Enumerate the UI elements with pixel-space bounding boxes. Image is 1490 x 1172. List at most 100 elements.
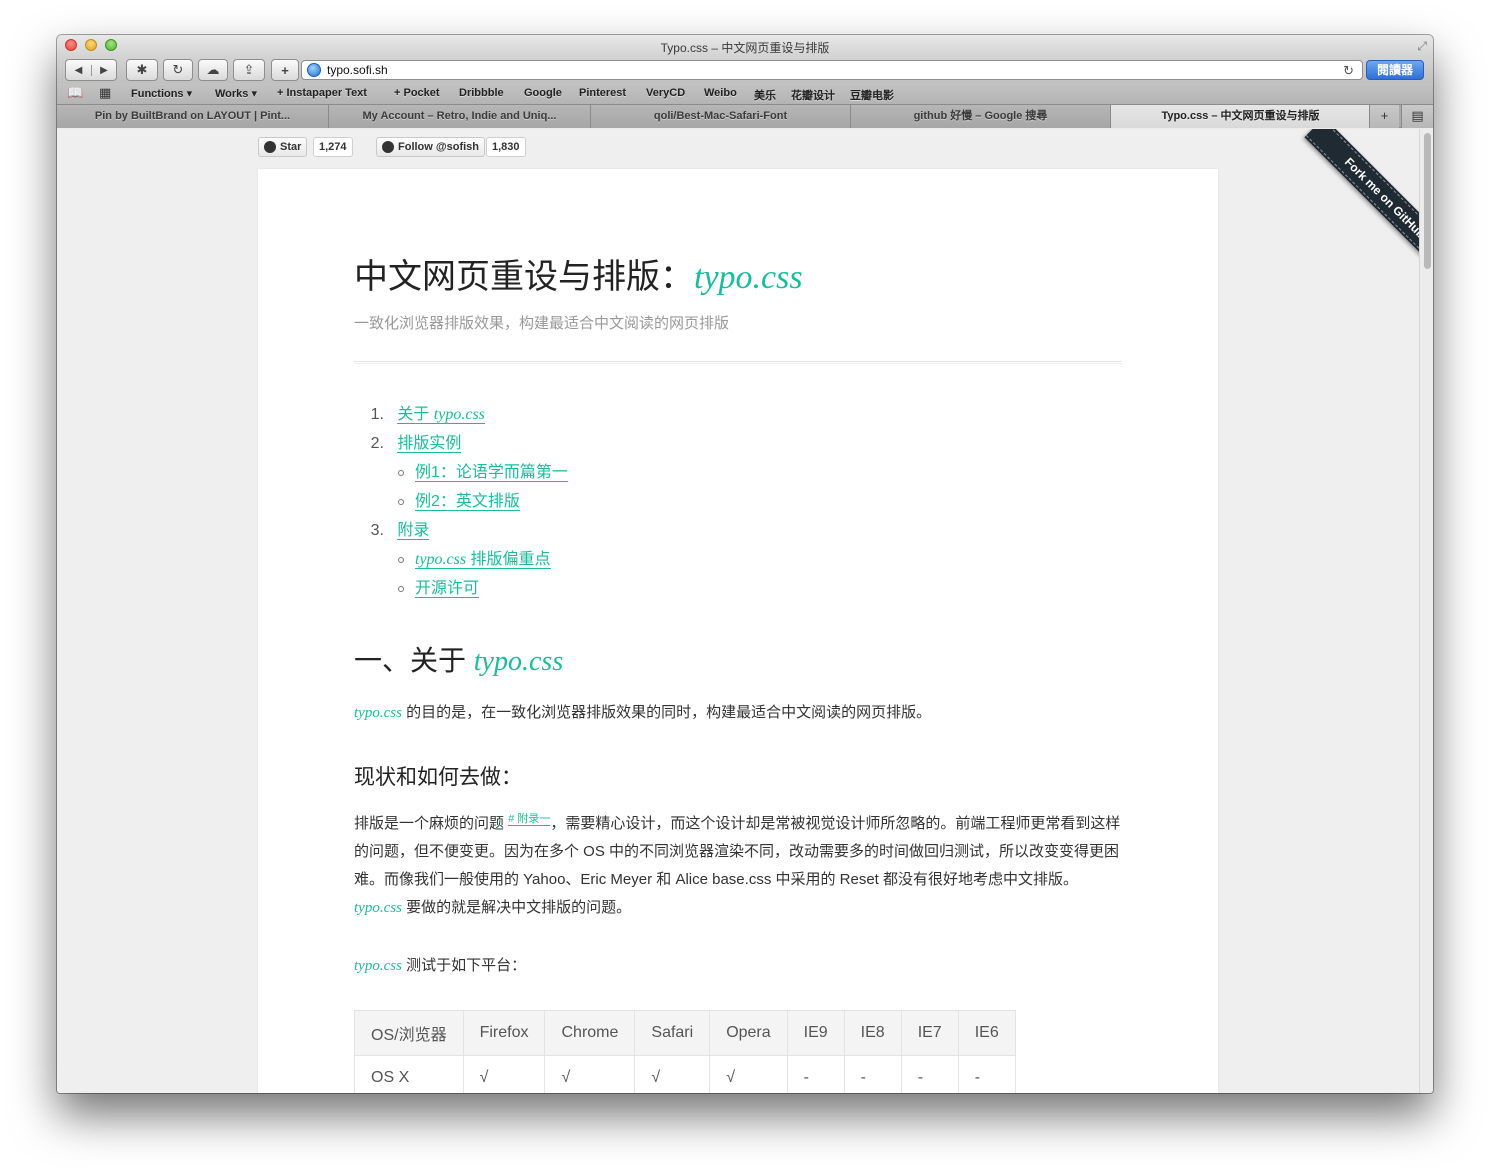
scrollbar-thumb[interactable]: [1424, 133, 1431, 269]
table-row: OS X √ √ √ √ - - - -: [354, 1055, 1016, 1093]
browser-window: Typo.css – 中文网页重设与排版 ⤢ ◀ ▶ ✱ ↻ ☁ ⇪ + typ…: [57, 35, 1433, 1093]
star-count[interactable]: 1,274: [313, 137, 353, 157]
table-of-contents: 1. 关于 typo.css 2. 排版实例 例1：论语学而篇第一 例2：英文排…: [354, 400, 1122, 603]
address-bar[interactable]: typo.sofi.sh ↻: [301, 60, 1363, 80]
bullet-icon: [398, 585, 404, 592]
bookmark-item[interactable]: + Pocket: [394, 87, 440, 99]
page-title: 中文网页重设与排版：typo.css: [354, 249, 1122, 298]
tab-bar: Pin by BuiltBrand on LAYOUT | Pint... My…: [57, 105, 1433, 128]
follow-count[interactable]: 1,830: [486, 137, 526, 157]
toc-link-typo: typo.css: [415, 551, 467, 568]
github-star-button[interactable]: Star: [258, 137, 308, 157]
bookmark-item[interactable]: + Instapaper Text: [277, 87, 367, 99]
bookmark-item[interactable]: Functions ▾: [131, 87, 192, 100]
add-bookmark-button[interactable]: +: [271, 59, 299, 81]
section-heading-text: 一、关于: [354, 645, 474, 676]
bookmark-item[interactable]: Pinterest: [579, 87, 626, 99]
toc-link[interactable]: 排版实例: [397, 435, 462, 453]
bookmarks-bar: 📖 ▦ Functions ▾ Works ▾ + Instapaper Tex…: [57, 83, 1433, 105]
sync-button[interactable]: ↻: [163, 59, 193, 81]
divider: [354, 361, 1122, 364]
bookmark-item[interactable]: 美乐: [754, 87, 776, 103]
section-heading: 一、关于 typo.css: [354, 639, 1122, 679]
fullscreen-icon[interactable]: ⤢: [1417, 39, 1427, 54]
page-subtitle: 一致化浏览器排版效果，构建最适合中文阅读的网页排版: [354, 315, 730, 332]
table-cell: √: [462, 1055, 546, 1093]
github-icon: [264, 141, 276, 153]
toc-subitem: 开源许可: [354, 574, 1122, 603]
typo-inline: typo.css: [354, 958, 402, 974]
paragraph-text: 排版是一个麻烦的问题: [354, 815, 509, 832]
reading-list-icon[interactable]: 📖: [67, 85, 83, 101]
intro-paragraph: typo.css 的目的是，在一致化浏览器排版效果的同时，构建最适合中文阅读的网…: [354, 699, 1122, 727]
toolbar: ◀ ▶ ✱ ↻ ☁ ⇪ + typo.sofi.sh ↻ 閱讀器: [57, 57, 1433, 83]
github-follow-button[interactable]: Follow @sofish: [376, 137, 486, 157]
url-text: typo.sofi.sh: [327, 63, 388, 77]
tab[interactable]: qoli/Best-Mac-Safari-Font: [591, 105, 851, 128]
table-cell: √: [544, 1055, 636, 1093]
toc-number: 2.: [370, 435, 384, 452]
toc-link[interactable]: 例2：英文排版: [415, 493, 520, 511]
toc-link[interactable]: typo.css 排版偏重点: [415, 551, 551, 569]
column-header: Chrome: [544, 1010, 636, 1056]
subsection-heading: 现状和如何去做：: [354, 766, 522, 789]
bookmark-item[interactable]: VeryCD: [646, 87, 685, 99]
tab-active[interactable]: Typo.css – 中文网页重设与排版: [1111, 105, 1371, 128]
intro-text: 的目的是，在一致化浏览器排版效果的同时，构建最适合中文阅读的网页排版。: [401, 704, 932, 721]
cloud-icon: ☁: [206, 62, 220, 77]
compatibility-table: OS/浏览器 Firefox Chrome Safari Opera IE9 I…: [354, 1010, 1016, 1093]
share-icon: ⇪: [243, 62, 255, 77]
toc-item: 1. 关于 typo.css: [354, 400, 1122, 429]
toc-number: 1.: [370, 406, 384, 423]
back-arrow-icon[interactable]: ◀: [66, 65, 91, 76]
body-paragraph: 排版是一个麻烦的问题 # 附录一，需要精心设计，而这个设计却是常被视觉设计师所忽…: [354, 805, 1122, 922]
toc-subitem: typo.css 排版偏重点: [354, 545, 1122, 574]
bookmark-item[interactable]: Weibo: [704, 87, 737, 99]
reload-icon[interactable]: ↻: [1343, 63, 1354, 79]
share-button[interactable]: ⇪: [233, 59, 265, 81]
column-header: IE7: [900, 1010, 959, 1056]
toc-link-text: 排版偏重点: [466, 551, 551, 568]
bookmark-item[interactable]: Google: [524, 87, 562, 99]
section-heading-typo: typo.css: [473, 646, 564, 677]
table-cell: -: [957, 1055, 1016, 1093]
paragraph-text: 要做的就是解决中文排版的问题。: [401, 899, 632, 916]
table-cell: √: [709, 1055, 788, 1093]
footnote-link[interactable]: # 附录一: [508, 813, 551, 826]
tab[interactable]: My Account – Retro, Indie and Uniq...: [329, 105, 591, 128]
title-text: 中文网页重设与排版：: [354, 257, 694, 297]
table-cell: OS X: [354, 1055, 464, 1093]
toc-link-text: 关于: [397, 406, 434, 423]
tab[interactable]: github 好慢 – Google 搜尋: [851, 105, 1111, 128]
tab-overview-icon[interactable]: ▤: [1401, 105, 1433, 128]
table-cell: √: [634, 1055, 711, 1093]
bookmark-item[interactable]: 豆瓣电影: [850, 87, 894, 103]
table-cell: -: [786, 1055, 845, 1093]
bookmark-item[interactable]: Dribbble: [459, 87, 504, 99]
toc-link[interactable]: 关于 typo.css: [397, 406, 485, 424]
toc-item: 2. 排版实例: [354, 429, 1122, 458]
paragraph-text: 测试于如下平台：: [401, 957, 527, 974]
new-tab-button[interactable]: +: [1369, 105, 1399, 128]
toc-link[interactable]: 附录: [397, 522, 430, 540]
plus-icon: +: [281, 62, 289, 78]
tab[interactable]: Pin by BuiltBrand on LAYOUT | Pint...: [57, 105, 329, 128]
fork-on-github-ribbon[interactable]: Fork me on GitHub: [1304, 129, 1419, 279]
window-title: Typo.css – 中文网页重设与排版: [660, 41, 830, 55]
vertical-scrollbar[interactable]: [1419, 129, 1433, 1093]
asterisk-icon: ✱: [136, 62, 148, 77]
toc-link[interactable]: 例1：论语学而篇第一: [415, 464, 568, 482]
cloud-button[interactable]: ☁: [198, 59, 228, 81]
globe-icon: [307, 63, 321, 77]
toc-link[interactable]: 开源许可: [415, 580, 480, 598]
bullet-icon: [398, 469, 404, 476]
typo-inline: typo.css: [354, 900, 402, 916]
sync-icon: ↻: [172, 62, 184, 77]
top-sites-grid-icon[interactable]: ▦: [99, 85, 111, 101]
reader-button[interactable]: 閱讀器: [1366, 60, 1424, 80]
bookmark-item[interactable]: Works ▾: [215, 87, 257, 100]
table-cell: -: [900, 1055, 959, 1093]
extensions-button[interactable]: ✱: [126, 59, 158, 81]
bookmark-item[interactable]: 花瓣设计: [791, 87, 835, 103]
forward-arrow-icon[interactable]: ▶: [91, 64, 116, 76]
